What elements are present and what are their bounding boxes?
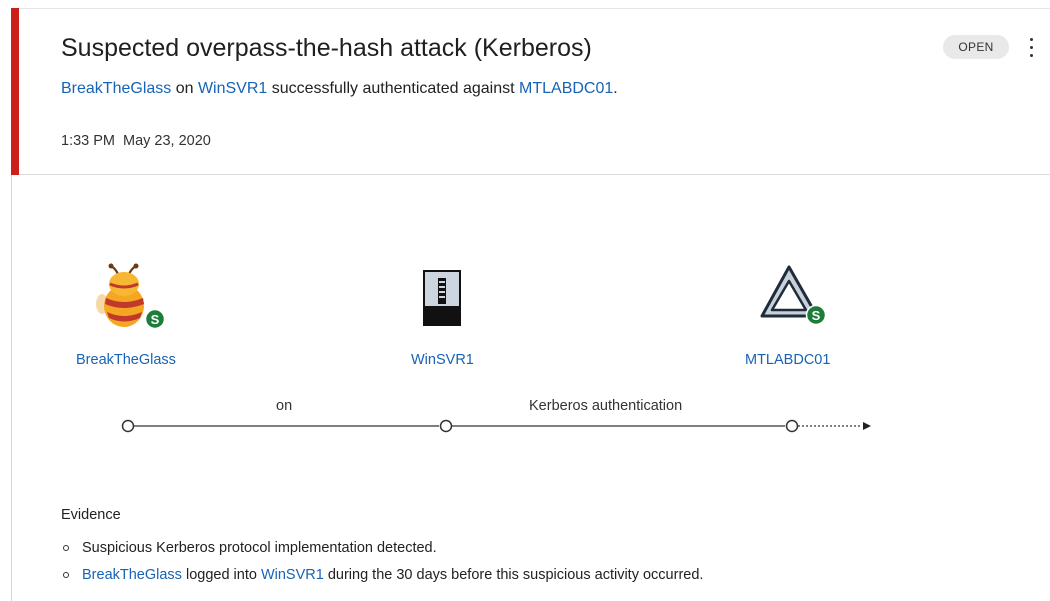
entity-label-mtlabdc01[interactable]: MTLABDC01 [745, 352, 830, 368]
evidence-item: BreakTheGlass logged into WinSVR1 during… [61, 566, 703, 593]
status-badge[interactable]: OPEN [943, 35, 1009, 59]
timeline-label-on: on [276, 398, 293, 414]
domain-controller-sensitive-icon[interactable]: S [759, 264, 831, 330]
alert-title: Suspected overpass-the-hash attack (Kerb… [61, 34, 592, 62]
evidence-text-middle: logged into [181, 567, 261, 583]
subtitle-text-on: on [171, 80, 198, 97]
evidence-account-link[interactable]: BreakTheGlass [82, 567, 182, 583]
account-link[interactable]: BreakTheGlass [61, 80, 171, 97]
evidence-text: Suspicious Kerberos protocol implementat… [82, 540, 437, 556]
card-left-border [11, 175, 12, 601]
entity-label-breaktheglass[interactable]: BreakTheGlass [76, 352, 176, 368]
subtitle-text-middle: successfully authenticated against [267, 80, 520, 97]
evidence-computer-link[interactable]: WinSVR1 [261, 567, 324, 583]
bullet-icon [63, 572, 69, 578]
alert-subtitle: BreakTheGlass on WinSVR1 successfully au… [61, 80, 618, 98]
severity-bar [11, 8, 19, 175]
evidence-title: Evidence [61, 507, 121, 523]
alert-timestamp: 1:33 PM May 23, 2020 [61, 133, 211, 149]
alert-date: May 23, 2020 [123, 133, 211, 149]
subtitle-text-end: . [613, 80, 618, 97]
alert-card: Suspected overpass-the-hash attack (Kerb… [0, 0, 1050, 601]
svg-text:S: S [151, 312, 160, 327]
server-icon[interactable] [423, 270, 461, 326]
evidence-list: Suspicious Kerberos protocol implementat… [61, 539, 703, 593]
user-sensitive-icon[interactable]: S [96, 262, 172, 330]
more-options-icon[interactable] [1022, 34, 1042, 62]
svg-text:S: S [812, 308, 821, 323]
alert-time: 1:33 PM [61, 133, 115, 149]
timeline-label-kerberos: Kerberos authentication [529, 398, 683, 414]
bullet-icon [63, 545, 69, 551]
evidence-item: Suspicious Kerberos protocol implementat… [61, 539, 703, 566]
entity-label-winsvr1[interactable]: WinSVR1 [411, 352, 474, 368]
evidence-text-end: during the 30 days before this suspiciou… [323, 567, 704, 583]
card-top-border [11, 8, 1050, 9]
domain-controller-link[interactable]: MTLABDC01 [519, 80, 613, 97]
computer-link[interactable]: WinSVR1 [198, 80, 267, 97]
header-divider [19, 174, 1050, 175]
